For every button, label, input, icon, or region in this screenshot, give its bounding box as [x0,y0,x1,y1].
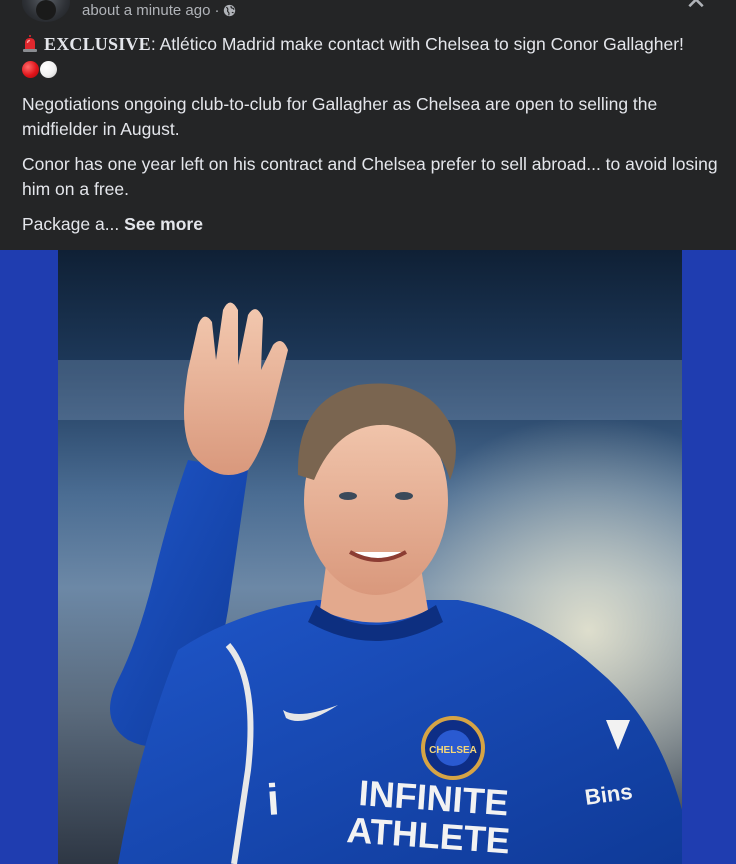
post-meta: about a minute ago · [82,2,236,19]
headline-text: : Atlético Madrid make contact with Chel… [150,34,684,54]
post-body: EXCLUSIVE: Atlético Madrid make contact … [22,32,722,247]
headline: EXCLUSIVE: Atlético Madrid make contact … [22,32,722,82]
close-button[interactable]: ✕ [684,0,708,14]
paragraph-1: Negotiations ongoing club-to-club for Ga… [22,94,658,139]
close-icon: ✕ [685,0,707,15]
avatar[interactable] [22,0,70,22]
truncated-text: Package a... [22,214,120,234]
globe-icon [223,4,236,17]
post-media[interactable]: CHELSEA i INFINITE ATHLETE Bins [0,250,736,864]
red-circle-icon [22,61,39,78]
exclusive-tag: EXCLUSIVE [44,34,151,54]
timestamp[interactable]: about a minute ago [82,2,210,19]
player-illustration: CHELSEA i INFINITE ATHLETE Bins [58,250,682,864]
paragraph-2: Conor has one year left on his contract … [22,154,718,199]
crest-text: CHELSEA [429,745,477,756]
siren-icon [22,35,38,53]
post-header: about a minute ago · ✕ [0,0,736,28]
separator: · [214,2,220,19]
player-photo[interactable]: CHELSEA i INFINITE ATHLETE Bins [58,250,682,864]
paragraph-3: Package a... See more [22,212,722,237]
white-circle-icon [40,61,57,78]
see-more-link[interactable]: See more [124,214,203,234]
